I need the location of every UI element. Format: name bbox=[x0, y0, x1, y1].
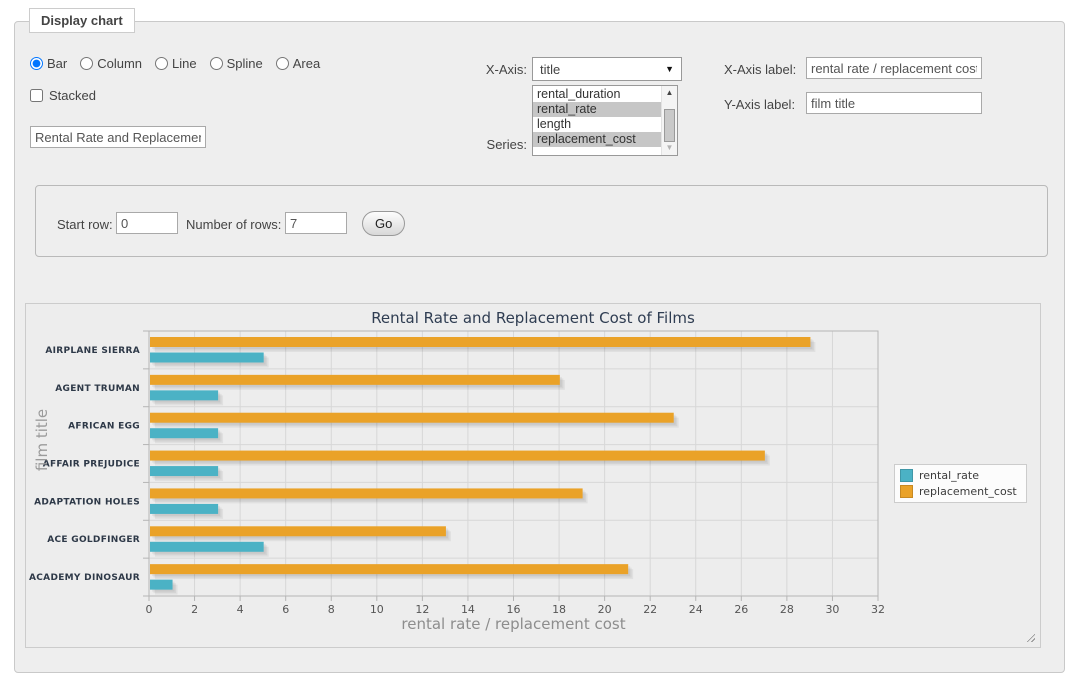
bar-replacement_cost-academy-dinosaur bbox=[150, 564, 628, 574]
y-axis-category-label: ACADEMY DINOSAUR bbox=[29, 573, 140, 583]
chart-type-radio-spline[interactable] bbox=[210, 57, 223, 70]
bar-rental_rate-ace-goldfinger bbox=[150, 542, 264, 552]
y-axis-category-label: AFRICAN EGG bbox=[68, 422, 140, 432]
x-axis-label-input[interactable] bbox=[806, 57, 982, 79]
bar-replacement_cost-adaptation-holes bbox=[150, 488, 583, 498]
chart-type-option-column[interactable]: Column bbox=[80, 56, 142, 71]
bar-replacement_cost-airplane-sierra bbox=[150, 337, 810, 347]
fieldset-legend: Display chart bbox=[29, 8, 135, 33]
series-option-rental_duration[interactable]: rental_duration bbox=[533, 87, 661, 102]
start-row-label: Start row: bbox=[57, 217, 113, 232]
chart-type-radio-label: Bar bbox=[47, 56, 67, 71]
chart-type-option-area[interactable]: Area bbox=[276, 56, 320, 71]
bar-replacement_cost-african-egg bbox=[150, 413, 674, 423]
start-row-input[interactable] bbox=[116, 212, 178, 234]
number-of-rows-input[interactable] bbox=[285, 212, 347, 234]
bar-rental_rate-academy-dinosaur bbox=[150, 580, 173, 590]
dropdown-caret-icon: ▼ bbox=[665, 64, 674, 74]
go-button[interactable]: Go bbox=[362, 211, 405, 236]
legend-label: replacement_cost bbox=[919, 485, 1017, 498]
bar-replacement_cost-ace-goldfinger bbox=[150, 526, 446, 536]
y-axis-category-label: ADAPTATION HOLES bbox=[34, 497, 140, 507]
chart-type-radio-line[interactable] bbox=[155, 57, 168, 70]
chart-type-option-bar[interactable]: Bar bbox=[30, 56, 67, 71]
x-axis-select-label: X-Axis: bbox=[425, 62, 527, 77]
legend-label: rental_rate bbox=[919, 469, 979, 482]
stacked-option[interactable]: Stacked bbox=[30, 88, 96, 103]
bar-chart-plot: 02468101214161820222426283032AIRPLANE SI… bbox=[26, 304, 1042, 649]
y-axis-title: film title bbox=[33, 385, 51, 495]
bar-replacement_cost-agent-truman bbox=[150, 375, 560, 385]
series-option-rental_rate[interactable]: rental_rate bbox=[533, 102, 661, 117]
scrollbar-thumb[interactable] bbox=[664, 109, 675, 142]
legend-swatch-rental_rate bbox=[900, 469, 913, 482]
chart-type-option-line[interactable]: Line bbox=[155, 56, 197, 71]
scroll-up-arrow-icon[interactable]: ▲ bbox=[662, 86, 677, 100]
legend-swatch-replacement_cost bbox=[900, 485, 913, 498]
series-scrollbar[interactable]: ▲ ▼ bbox=[661, 86, 677, 155]
y-axis-category-label: AGENT TRUMAN bbox=[55, 384, 140, 394]
bar-rental_rate-affair-prejudice bbox=[150, 466, 218, 476]
series-multiselect[interactable]: rental_durationrental_ratelengthreplacem… bbox=[532, 85, 678, 156]
y-axis-category-label: AFFAIR PREJUDICE bbox=[43, 460, 140, 470]
number-of-rows-label: Number of rows: bbox=[186, 217, 281, 232]
y-axis-category-label: ACE GOLDFINGER bbox=[47, 535, 140, 545]
chart-type-radio-label: Spline bbox=[227, 56, 263, 71]
chart-title-input[interactable] bbox=[30, 126, 206, 148]
chart-type-radio-group: Bar Column Line Spline Area bbox=[30, 56, 320, 71]
chart-type-radio-column[interactable] bbox=[80, 57, 93, 70]
bar-rental_rate-african-egg bbox=[150, 428, 218, 438]
chart-type-option-spline[interactable]: Spline bbox=[210, 56, 263, 71]
x-axis-title: rental rate / replacement cost bbox=[149, 615, 878, 633]
series-option-length[interactable]: length bbox=[533, 117, 661, 132]
display-chart-page: Display chart Bar Column Line Spline Area St… bbox=[0, 0, 1081, 681]
legend-item-rental_rate: rental_rate bbox=[900, 469, 1017, 482]
y-axis-label-input[interactable] bbox=[806, 92, 982, 114]
legend-item-replacement_cost: replacement_cost bbox=[900, 485, 1017, 498]
stacked-checkbox[interactable] bbox=[30, 89, 43, 102]
chart-container: 02468101214161820222426283032AIRPLANE SI… bbox=[25, 303, 1041, 648]
bar-rental_rate-adaptation-holes bbox=[150, 504, 218, 514]
stacked-label: Stacked bbox=[49, 88, 96, 103]
x-axis-selected-value: title bbox=[540, 62, 560, 77]
y-axis-category-label: AIRPLANE SIERRA bbox=[45, 346, 140, 356]
bar-rental_rate-agent-truman bbox=[150, 390, 218, 400]
chart-type-radio-label: Column bbox=[97, 56, 142, 71]
scroll-down-arrow-icon[interactable]: ▼ bbox=[662, 141, 677, 155]
x-axis-label-caption: X-Axis label: bbox=[724, 62, 804, 77]
series-select-label: Series: bbox=[425, 137, 527, 152]
chart-type-radio-bar[interactable] bbox=[30, 57, 43, 70]
bar-replacement_cost-affair-prejudice bbox=[150, 451, 765, 461]
chart-legend: rental_rate replacement_cost bbox=[894, 464, 1027, 503]
x-axis-select[interactable]: title ▼ bbox=[532, 57, 682, 81]
chart-type-radio-area[interactable] bbox=[276, 57, 289, 70]
chart-type-radio-label: Line bbox=[172, 56, 197, 71]
series-option-replacement_cost[interactable]: replacement_cost bbox=[533, 132, 661, 147]
chart-title: Rental Rate and Replacement Cost of Film… bbox=[26, 309, 1040, 327]
y-axis-label-caption: Y-Axis label: bbox=[724, 97, 804, 112]
bar-rental_rate-airplane-sierra bbox=[150, 353, 264, 363]
series-options: rental_durationrental_ratelengthreplacem… bbox=[533, 87, 661, 147]
chart-type-radio-label: Area bbox=[293, 56, 320, 71]
